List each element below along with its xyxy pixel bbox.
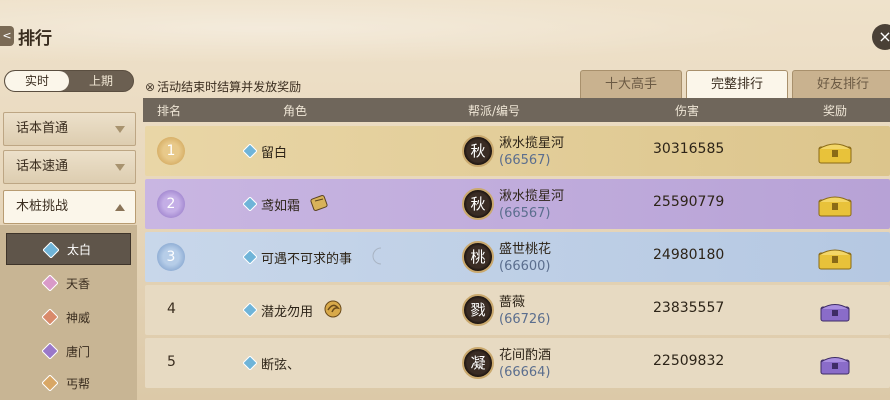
school-item-gaibang[interactable]: 丐帮 — [6, 367, 131, 399]
guild-emblem: 秋 — [462, 135, 494, 167]
guild-id: (66567) — [499, 206, 551, 221]
purple-chest-icon[interactable] — [817, 351, 853, 377]
damage-value: 22509832 — [653, 353, 725, 369]
guild-id: (66567) — [499, 153, 551, 168]
sidebar-item-dummy-challenge[interactable]: 木桩挑战 — [3, 190, 136, 224]
damage-value: 24980180 — [653, 247, 725, 263]
gaibang-gem-icon — [42, 375, 58, 391]
guild-name: 盛世桃花 — [499, 242, 552, 257]
period-previous-tab[interactable]: 上期 — [69, 71, 133, 91]
dragon-icon — [324, 300, 342, 318]
chevron-down-icon — [115, 164, 125, 171]
scroll-icon — [310, 195, 328, 211]
tab-top-ten[interactable]: 十大高手 — [580, 70, 682, 98]
player-name: 留白 — [261, 146, 288, 161]
guild-emblem: 桃 — [462, 241, 494, 273]
period-toggle: 实时 上期 — [4, 70, 134, 92]
school-item-tangmen[interactable]: 唐门 — [6, 335, 131, 367]
purple-chest-icon[interactable] — [817, 298, 853, 324]
notice-text: 活动结束时结算并发放奖励 — [157, 80, 302, 94]
school-item-shenwei[interactable]: 神威 — [6, 301, 131, 333]
table-row[interactable]: 2 鸢如霜 秋 湫水揽星河 (66567) 25590779 — [145, 179, 890, 229]
notice-icon: ⊗ — [145, 80, 156, 94]
table-row[interactable]: 3 可遇不可求的事 桃 盛世桃花 (66600) 24980180 — [145, 232, 890, 282]
header-reward: 奖励 — [823, 104, 848, 118]
school-label: 唐门 — [66, 344, 91, 359]
table-row[interactable]: 4 潜龙勿用 戮 蔷薇 (66726) 23835557 — [145, 285, 890, 335]
page-title: 排行 — [18, 29, 52, 49]
player-name: 断弦、 — [261, 358, 301, 373]
top-bar — [0, 0, 890, 70]
guild-name: 湫水揽星河 — [499, 189, 565, 204]
guild-name: 花间酌酒 — [499, 348, 552, 363]
rank-badge: 1 — [157, 137, 185, 165]
sidebar-item-label: 话本速通 — [16, 159, 69, 174]
header-guild: 帮派/编号 — [468, 104, 521, 118]
sidebar-item-label: 木桩挑战 — [16, 199, 69, 214]
sidebar-item-first-clear[interactable]: 话本首通 — [3, 112, 136, 146]
chevron-down-icon — [115, 126, 125, 133]
school-label: 太白 — [67, 242, 92, 257]
guild-id: (66726) — [499, 312, 551, 327]
moon-icon — [372, 247, 382, 265]
guild-emblem: 秋 — [462, 188, 494, 220]
rank-number: 4 — [167, 301, 176, 317]
guild-name: 蔷薇 — [499, 295, 526, 310]
period-current-tab[interactable]: 实时 — [5, 71, 69, 91]
table-header: 排名 角色 帮派/编号 伤害 奖励 — [143, 98, 890, 122]
damage-value: 23835557 — [653, 300, 725, 316]
header-role: 角色 — [283, 104, 308, 118]
gold-chest-icon[interactable] — [817, 245, 853, 271]
guild-name: 湫水揽星河 — [499, 136, 565, 151]
diamond-icon — [243, 197, 257, 211]
gold-chest-icon[interactable] — [817, 192, 853, 218]
sidebar-item-speed-clear[interactable]: 话本速通 — [3, 150, 136, 184]
school-item-taibai[interactable]: 太白 — [6, 233, 131, 265]
diamond-icon — [243, 303, 257, 317]
rank-badge: 2 — [157, 190, 185, 218]
rank-badge: 3 — [157, 243, 185, 271]
diamond-icon — [243, 356, 257, 370]
gold-chest-icon[interactable] — [817, 139, 853, 165]
diamond-icon — [243, 250, 257, 264]
table-row[interactable]: 5 断弦、 凝 花间酌酒 (66664) 22509832 — [145, 338, 890, 388]
guild-id: (66600) — [499, 259, 551, 274]
player-name: 鸢如霜 — [261, 199, 301, 214]
table-row[interactable]: 1 留白 秋 湫水揽星河 (66567) 30316585 — [145, 126, 890, 176]
tab-full-ranking[interactable]: 完整排行 — [686, 70, 788, 98]
damage-value: 25590779 — [653, 194, 725, 210]
player-name: 可遇不可求的事 — [261, 252, 353, 267]
sidebar-item-label: 话本首通 — [16, 121, 69, 136]
guild-emblem: 戮 — [462, 294, 494, 326]
school-label: 天香 — [66, 276, 91, 291]
player-name: 潜龙勿用 — [261, 305, 314, 320]
reward-notice: ⊗ 活动结束时结算并发放奖励 — [145, 78, 301, 95]
school-label: 丐帮 — [66, 376, 91, 391]
header-damage: 伤害 — [675, 104, 700, 118]
tab-friend-ranking[interactable]: 好友排行 — [792, 70, 890, 98]
guild-emblem: 凝 — [462, 347, 494, 379]
ranking-tabs: 十大高手 完整排行 好友排行 — [580, 70, 890, 98]
header-rank: 排名 — [157, 104, 182, 118]
tangmen-gem-icon — [42, 343, 58, 359]
school-label: 神威 — [66, 310, 91, 325]
school-list: 太白 天香 神威 唐门 丐帮 — [0, 225, 137, 400]
damage-value: 30316585 — [653, 141, 725, 157]
back-button[interactable]: < — [0, 26, 14, 46]
shenwei-gem-icon — [42, 309, 58, 325]
school-item-tianxiang[interactable]: 天香 — [6, 267, 131, 299]
taibai-gem-icon — [43, 242, 59, 258]
chevron-up-icon — [115, 204, 125, 211]
guild-id: (66664) — [499, 365, 551, 380]
tianxiang-gem-icon — [42, 275, 58, 291]
ranking-table: 排名 角色 帮派/编号 伤害 奖励 1 留白 秋 湫水揽星河 (66567) 3… — [143, 98, 890, 400]
diamond-icon — [243, 144, 257, 158]
rank-number: 5 — [167, 354, 176, 370]
